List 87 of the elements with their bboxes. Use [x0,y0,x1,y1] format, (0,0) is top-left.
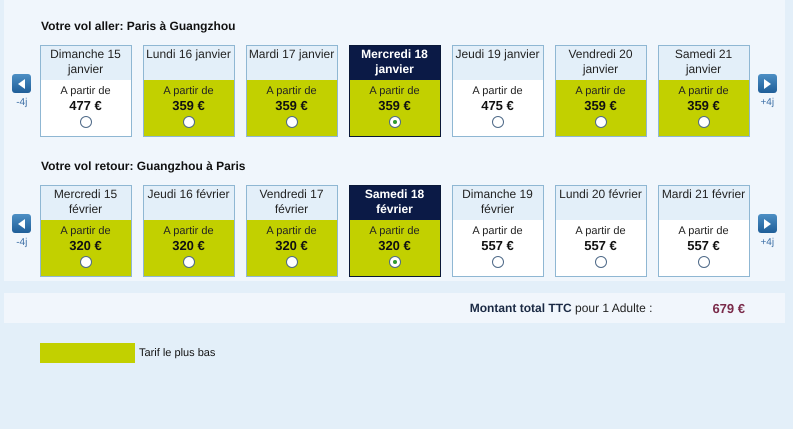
price: 475 € [481,98,514,113]
from-label: A partir de [60,225,111,237]
radio-button[interactable] [286,256,298,268]
date-label: Samedi 18 février [364,187,424,216]
from-label: A partir de [575,85,626,97]
price: 320 € [378,238,411,253]
date-card[interactable]: Lundi 16 janvier A partir de 359 € [142,45,234,137]
radio-button[interactable] [492,256,504,268]
radio-button[interactable] [286,116,298,128]
date-card[interactable]: Jeudi 16 février A partir de 320 € [142,185,234,277]
from-label: A partir de [472,225,523,237]
date-label: Jeudi 19 janvier [455,47,540,61]
price: 320 € [275,238,308,253]
from-label: A partir de [678,85,729,97]
date-label: Mercredi 15 février [54,187,118,216]
previous-label[interactable]: -4j [16,237,28,248]
date-card[interactable]: Dimanche 19 février A partir de 557 € [452,185,544,277]
price: 557 € [481,238,514,253]
next-label[interactable]: +4j [760,97,774,108]
date-label: Lundi 16 janvier [146,47,231,61]
section-title: Votre vol retour: Guangzhou à Paris [41,159,246,173]
next-button[interactable] [758,214,777,233]
section-title: Votre vol aller: Paris à Guangzhou [41,19,236,33]
previous-button[interactable] [12,214,32,233]
from-label: A partir de [266,85,317,97]
date-label: Dimanche 15 janvier [50,47,121,76]
from-label: A partir de [163,225,214,237]
radio-button[interactable] [698,256,710,268]
from-label: A partir de [60,85,111,97]
radio-button[interactable] [182,116,194,128]
from-label: A partir de [472,85,523,97]
radio-button[interactable] [698,116,710,128]
date-card[interactable]: Samedi 21 janvier A partir de 359 € [658,45,750,137]
price: 320 € [69,238,102,253]
total-amount: 679 € [712,300,745,316]
radio-button[interactable] [182,256,194,268]
radio-button[interactable] [80,116,92,128]
date-card[interactable]: Vendredi 17 février A partir de 320 € [246,185,338,277]
left-triangle-icon [18,78,26,88]
date-label: Vendredi 17 février [259,187,324,216]
price: 557 € [687,238,720,253]
radio-button[interactable] [594,116,606,128]
from-label: A partir de [575,225,626,237]
date-label: Samedi 21 janvier [674,47,732,76]
date-card[interactable]: Mercredi 18 janvier A partir de 359 € [348,45,440,137]
date-card[interactable]: Mercredi 15 février A partir de 320 € [40,185,132,277]
previous-button[interactable] [12,74,32,93]
price: 359 € [584,98,617,113]
from-label: A partir de [369,85,420,97]
radio-button[interactable] [492,116,504,128]
date-card[interactable]: Mardi 17 janvier A partir de 359 € [246,45,338,137]
date-card[interactable]: Vendredi 20 janvier A partir de 359 € [554,45,646,137]
left-triangle-icon [18,218,26,228]
price: 477 € [69,98,102,113]
date-card[interactable]: Lundi 20 février A partir de 557 € [554,185,646,277]
date-label: Jeudi 16 février [147,187,230,201]
price: 359 € [172,98,205,113]
next-button[interactable] [758,74,777,93]
price: 359 € [275,98,308,113]
date-card[interactable]: Mardi 21 février A partir de 557 € [658,185,750,277]
from-label: A partir de [678,225,729,237]
price: 359 € [378,98,411,113]
from-label: A partir de [266,225,317,237]
radio-button[interactable] [594,256,606,268]
previous-label[interactable]: -4j [16,97,28,108]
date-label: Lundi 20 février [559,187,642,201]
date-card[interactable]: Jeudi 19 janvier A partir de 475 € [452,45,544,137]
radio-button[interactable] [80,256,92,268]
legend-label: Tarif le plus bas [139,347,216,359]
date-label: Dimanche 19 février [462,187,533,216]
radio-button[interactable] [388,256,400,268]
total-label: Montant total TTC pour 1 Adulte : [470,301,652,315]
date-label: Mardi 21 février [662,187,746,201]
price: 557 € [584,238,617,253]
date-label: Vendredi 20 janvier [568,47,633,76]
radio-button[interactable] [388,116,400,128]
right-triangle-icon [763,218,772,228]
date-label: Mardi 17 janvier [248,47,334,61]
date-label: Mercredi 18 janvier [361,47,428,76]
next-label[interactable]: +4j [760,237,774,248]
from-label: A partir de [369,225,420,237]
date-card[interactable]: Dimanche 15 janvier A partir de 477 € [40,45,132,137]
date-card[interactable]: Samedi 18 février A partir de 320 € [348,185,440,277]
price: 359 € [687,98,720,113]
price: 320 € [172,238,205,253]
from-label: A partir de [163,85,214,97]
right-triangle-icon [763,78,772,88]
